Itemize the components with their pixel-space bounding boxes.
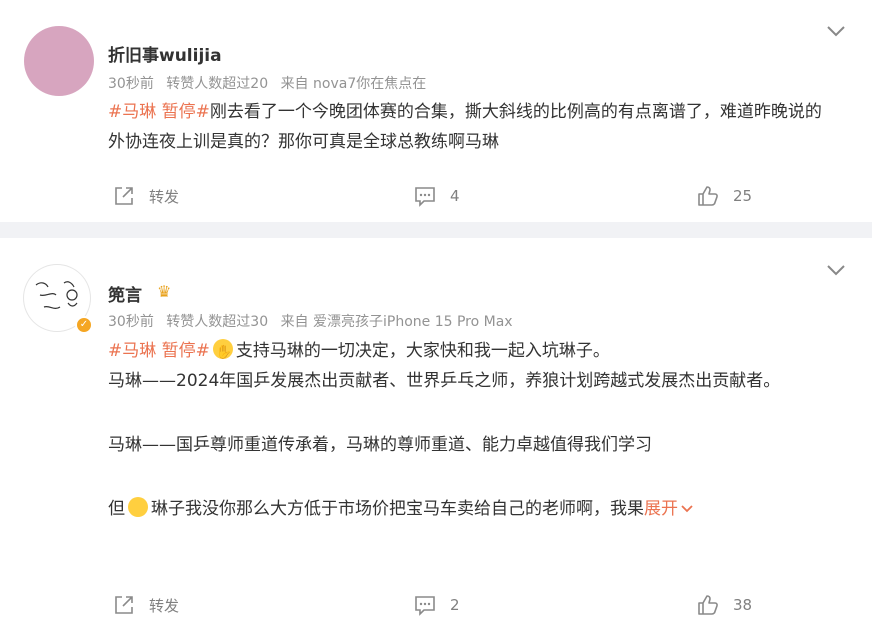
- action-bar: 转发 4 25: [0, 181, 872, 211]
- post-meta: 30秒前 转赞人数超过20 来自 nova7你在焦点在: [108, 73, 434, 93]
- comment-count: 2: [450, 596, 460, 614]
- post-card: 篼言 ♛ 30秒前 转赞人数超过30 来自 爱漂亮孩子iPhone 15 Pro…: [0, 238, 872, 631]
- action-bar: 转发 2 38: [0, 590, 872, 620]
- source: 来自 nova7你在焦点在: [280, 76, 427, 92]
- like-count: 38: [733, 596, 753, 614]
- username[interactable]: 折旧事wulijia: [108, 41, 222, 66]
- username[interactable]: 篼言: [108, 281, 142, 306]
- comment-icon: [415, 596, 435, 616]
- chevron-down-icon[interactable]: [826, 24, 846, 38]
- forward-button[interactable]: 转发: [113, 590, 179, 620]
- source: 来自 爱漂亮孩子iPhone 15 Pro Max: [280, 314, 513, 330]
- comment-button[interactable]: 2: [414, 590, 460, 620]
- like-icon: [698, 186, 718, 206]
- wave-emoji-icon: [212, 338, 233, 368]
- like-count: 25: [733, 187, 753, 205]
- expand-label: 展开: [644, 499, 678, 519]
- hashtag-link[interactable]: #马琳 暂停#: [108, 102, 210, 122]
- forward-icon: [115, 187, 133, 205]
- post-text: #马琳 暂停# 支持马琳的一切决定，大家快和我一起入坑琳子。 马琳——2024年国…: [108, 336, 836, 524]
- verified-badge-icon: [75, 316, 93, 334]
- forward-label: 转发: [149, 187, 180, 206]
- forward-icon: [115, 596, 133, 614]
- post-line: 琳子我没你那么大方低于市场价把宝马车卖给自己的老师啊，我果: [151, 499, 644, 519]
- timestamp[interactable]: 30秒前: [108, 314, 154, 330]
- post-meta: 30秒前 转赞人数超过30 来自 爱漂亮孩子iPhone 15 Pro Max: [108, 311, 521, 331]
- forward-button[interactable]: 转发: [113, 181, 179, 211]
- post-body: 刚去看了一个今晚团体赛的合集，撕大斜线的比例高的有点离谱了，难道昨晚说的外协连夜…: [108, 102, 822, 152]
- like-button[interactable]: 38: [697, 590, 752, 620]
- chevron-down-icon[interactable]: [826, 263, 846, 277]
- post-line: 支持马琳的一切决定，大家快和我一起入坑琳子。: [235, 341, 610, 361]
- expand-link[interactable]: 展开: [644, 499, 694, 519]
- comment-button[interactable]: 4: [414, 181, 460, 211]
- post-line: 马琳——2024年国乒发展杰出贡献者、世界乒乓之师，养狼计划跨越式发展杰出贡献者…: [108, 371, 781, 391]
- avatar[interactable]: [24, 26, 94, 96]
- post-text: #马琳 暂停#刚去看了一个今晚团体赛的合集，撕大斜线的比例高的有点离谱了，难道昨…: [108, 97, 836, 157]
- chevron-down-icon: [681, 505, 693, 513]
- hashtag-link[interactable]: #马琳 暂停#: [108, 341, 210, 361]
- post-line: 马琳——国乒尊师重道传承着，马琳的尊师重道、能力卓越值得我们学习: [108, 435, 652, 455]
- timestamp[interactable]: 30秒前: [108, 76, 154, 92]
- repost-count-badge: 转赞人数超过30: [166, 314, 269, 330]
- crown-icon[interactable]: ♛: [157, 282, 171, 301]
- post-line-prefix: 但: [108, 499, 125, 519]
- repost-count-badge: 转赞人数超过20: [166, 76, 269, 92]
- forward-label: 转发: [149, 596, 180, 615]
- crying-emoji-icon: [128, 497, 148, 517]
- comment-icon: [415, 187, 435, 207]
- comment-count: 4: [450, 187, 460, 205]
- post-card: 折旧事wulijia 30秒前 转赞人数超过20 来自 nova7你在焦点在 #…: [0, 0, 872, 222]
- like-icon: [698, 595, 718, 615]
- like-button[interactable]: 25: [697, 181, 752, 211]
